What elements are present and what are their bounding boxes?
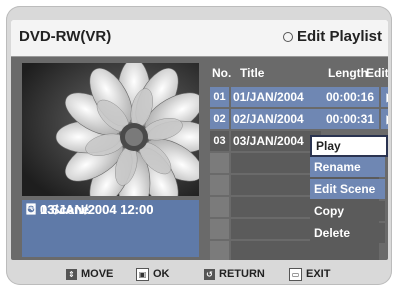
move-icon: ⇕ [66,268,77,280]
menu-item-delete[interactable]: Delete [310,223,385,243]
menu-item-copy[interactable]: Copy [310,201,385,221]
circle-icon [282,31,293,42]
header-bar: DVD-RW(VR) Edit Playlist [11,20,388,57]
col-header-edit: Edit [366,66,388,80]
return-icon: ↺ [204,268,215,280]
menu-item-rename[interactable]: Rename [310,157,385,177]
footer-return[interactable]: ↺ RETURN [204,264,265,284]
footer-ok-label: OK [153,268,170,280]
row-number: 02 [210,109,229,129]
screen-area: DVD-RW(VR) Edit Playlist 03/JAN/2004 12:… [11,20,388,260]
menu-item-play[interactable]: Play [310,135,388,157]
col-header-no: No. [212,66,232,80]
title-info-box: 03/JAN/2004 12:00 1 Scene 03/JAN/2004 12… [22,200,199,257]
row-length: 00:00:16 [321,87,379,107]
col-header-length: Length [328,66,368,80]
footer-bar: ⇕ MOVE ▣ OK ↺ RETURN ▭ EXIT [6,264,392,284]
play-arrow-icon[interactable]: ▶ [381,87,388,107]
row-number: 03 [210,131,229,151]
screen-title-text: Edit Playlist [296,28,382,45]
row-title: 02/JAN/2004 [231,109,321,129]
footer-exit[interactable]: ▭ EXIT [289,264,330,284]
flower-thumbnail-icon [22,63,199,196]
row-title: 03/JAN/2004 [231,131,321,151]
footer-return-label: RETURN [219,268,265,280]
footer-move-label: MOVE [81,268,114,280]
table-row[interactable]: 02 02/JAN/2004 00:00:31 ▶ [210,109,388,129]
table-row[interactable]: 01 01/JAN/2004 00:00:16 ▶ [210,87,388,107]
screen-title: Edit Playlist [282,28,382,45]
exit-icon: ▭ [289,267,302,281]
footer-ok[interactable]: ▣ OK [136,264,170,284]
footer-move[interactable]: ⇕ MOVE [66,264,113,284]
row-title: 01/JAN/2004 [231,87,321,107]
empty-row [210,241,386,260]
info-date2: 03/JAN/2004 12:00 [40,201,154,217]
col-header-title: Title [240,66,265,80]
row-number: 01 [210,87,229,107]
footer-exit-label: EXIT [306,268,331,280]
clock-icon [26,203,36,215]
play-arrow-icon[interactable]: ▶ [381,109,388,129]
preview-thumbnail [22,63,199,196]
ok-icon: ▣ [136,267,149,281]
row-length: 00:00:31 [321,109,379,129]
info-date2-row: 03/JAN/2004 12:00 [22,200,202,218]
menu-item-edit-scene[interactable]: Edit Scene [310,179,385,199]
device-label: DVD-RW(VR) [19,28,112,45]
